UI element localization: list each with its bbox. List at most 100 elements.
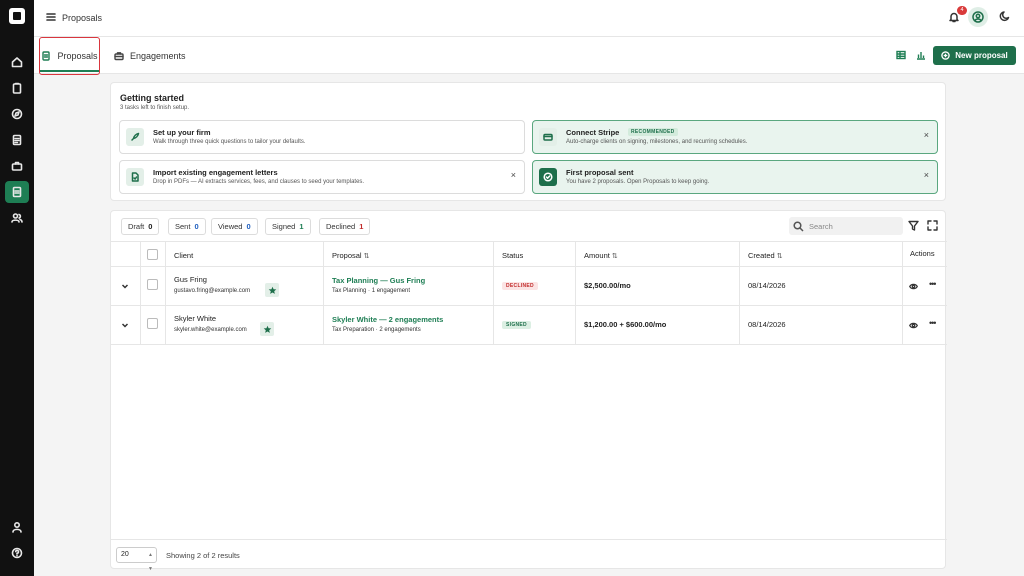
proposal-subtitle: Tax Planning · 1 engagement	[332, 288, 411, 294]
sort-icon[interactable]: ⇅	[364, 253, 370, 260]
fullscreen-icon[interactable]	[927, 220, 938, 233]
briefcase-icon	[114, 51, 124, 60]
filter-sent[interactable]: Sent 0	[168, 218, 206, 235]
search-input[interactable]: Search	[789, 217, 903, 235]
select-all-checkbox[interactable]	[147, 249, 158, 260]
sidebar	[0, 0, 34, 576]
column-client: Client	[174, 251, 194, 260]
star-icon[interactable]	[265, 283, 279, 297]
user-avatar[interactable]	[968, 7, 988, 27]
filter-label: Declined	[326, 222, 356, 231]
sort-icon[interactable]: ⇅	[777, 253, 783, 260]
file-import-icon	[126, 168, 144, 186]
column-divider	[323, 241, 324, 345]
close-icon[interactable]: ×	[511, 170, 516, 180]
column-proposal[interactable]: Proposal ⇅	[332, 251, 369, 260]
more-options-icon[interactable]: •••	[929, 279, 937, 289]
task-title: First proposal sent	[566, 168, 634, 177]
proposal-link[interactable]: Tax Planning — Gus Fring	[332, 276, 425, 285]
task-description: Walk through three quick questions to ta…	[153, 139, 306, 145]
filter-declined[interactable]: Declined 1	[319, 218, 371, 235]
created-date: 08/14/2026	[748, 320, 786, 329]
tab-proposals[interactable]: Proposals	[39, 37, 100, 75]
status-badge: DECLINED	[502, 282, 538, 290]
page-size-select[interactable]: 20 ▲ ▼	[116, 547, 157, 572]
task-title: Import existing engagement letters	[153, 168, 278, 177]
proposals-nav-icon[interactable]	[5, 181, 29, 203]
column-created[interactable]: Created ⇅	[748, 251, 783, 260]
filter-count: 1	[359, 222, 364, 231]
home-icon[interactable]	[5, 51, 29, 73]
briefcase-icon[interactable]	[5, 155, 29, 177]
getting-started-subtitle: 3 tasks left to finish setup.	[120, 105, 190, 111]
sort-icon[interactable]: ⇅	[612, 253, 618, 260]
menu-icon[interactable]	[46, 12, 58, 24]
proposal-link[interactable]: Skyler White — 2 engagements	[332, 315, 443, 324]
chart-view-icon[interactable]	[916, 50, 926, 62]
view-eye-icon[interactable]	[909, 282, 918, 293]
rocket-icon	[126, 128, 144, 146]
filter-label: Signed	[272, 222, 296, 231]
tab-bar: Proposals Engagements New proposal	[34, 37, 1024, 75]
table-view-icon[interactable]	[896, 50, 906, 62]
clipboard-icon[interactable]	[5, 77, 29, 99]
more-options-icon[interactable]: •••	[929, 318, 937, 328]
table-footer: 20 ▲ ▼ Showing 2 of 2 results	[111, 539, 947, 572]
column-status: Status	[502, 251, 524, 260]
task-first-proposal-sent[interactable]: First proposal sent You have 2 proposals…	[532, 160, 938, 194]
select-arrows-icon: ▲ ▼	[148, 552, 153, 572]
recommended-badge: RECOMMENDED	[628, 128, 678, 136]
dark-mode-toggle-icon[interactable]	[999, 10, 1013, 24]
tab-label: Engagements	[130, 50, 186, 61]
profile-icon[interactable]	[5, 516, 29, 538]
proposals-table-card: Draft 0 Sent 0 Viewed 0 Signed 1 Declined 1 S…	[110, 210, 947, 572]
table-row[interactable]: Skyler White skyler.white@example.com Sk…	[111, 306, 947, 345]
client-email: skyler.white@example.com	[174, 327, 247, 333]
filter-icon[interactable]	[908, 220, 919, 233]
users-icon[interactable]	[5, 207, 29, 229]
document-list-icon[interactable]	[5, 129, 29, 151]
help-icon[interactable]	[5, 542, 29, 564]
filter-viewed[interactable]: Viewed 0	[211, 218, 258, 235]
column-amount[interactable]: Amount ⇅	[584, 251, 618, 260]
app-logo[interactable]	[9, 8, 25, 24]
filter-count: 0	[148, 222, 153, 231]
search-placeholder: Search	[809, 221, 833, 231]
star-icon[interactable]	[260, 322, 274, 336]
table-row[interactable]: Gus Fring gustavo.fring@example.com Tax …	[111, 267, 947, 306]
client-name: Gus Fring	[174, 275, 207, 284]
task-connect-stripe[interactable]: Connect Stripe RECOMMENDED Auto-charge c…	[532, 120, 938, 154]
check-circle-icon	[539, 168, 557, 186]
close-icon[interactable]: ×	[924, 130, 929, 140]
client-email: gustavo.fring@example.com	[174, 288, 251, 294]
compass-icon[interactable]	[5, 103, 29, 125]
new-proposal-button[interactable]: New proposal	[933, 46, 1016, 65]
row-checkbox[interactable]	[147, 279, 158, 290]
tab-engagements[interactable]: Engagements	[114, 37, 186, 74]
column-label: Amount	[584, 251, 610, 260]
row-checkbox[interactable]	[147, 318, 158, 329]
table-header: Client Proposal ⇅ Status Amount ⇅ Created ⇅…	[111, 241, 947, 267]
task-import-letters[interactable]: Import existing engagement letters Drop …	[119, 160, 525, 194]
close-icon[interactable]: ×	[924, 170, 929, 180]
filter-label: Viewed	[218, 222, 243, 231]
column-divider	[140, 241, 141, 345]
column-divider	[165, 241, 166, 345]
filter-draft[interactable]: Draft 0	[121, 218, 160, 235]
task-title: Connect Stripe	[566, 128, 620, 137]
getting-started-card: Getting started 3 tasks left to finish s…	[110, 82, 946, 201]
search-icon	[793, 220, 804, 232]
view-eye-icon[interactable]	[909, 321, 918, 332]
notification-count-badge: 4	[957, 6, 967, 15]
task-set-up-firm[interactable]: Set up your firm Walk through three quic…	[119, 120, 525, 154]
filter-signed[interactable]: Signed 1	[265, 218, 311, 235]
column-divider	[739, 241, 740, 345]
chevron-down-icon[interactable]	[121, 321, 129, 331]
getting-started-title: Getting started	[120, 93, 185, 103]
chevron-down-icon[interactable]	[121, 282, 129, 292]
tab-label: Proposals	[57, 51, 98, 61]
results-count: Showing 2 of 2 results	[166, 551, 240, 560]
created-date: 08/14/2026	[748, 281, 786, 290]
proposal-subtitle: Tax Preparation · 2 engagements	[332, 327, 421, 333]
task-title: Set up your firm	[153, 128, 211, 137]
